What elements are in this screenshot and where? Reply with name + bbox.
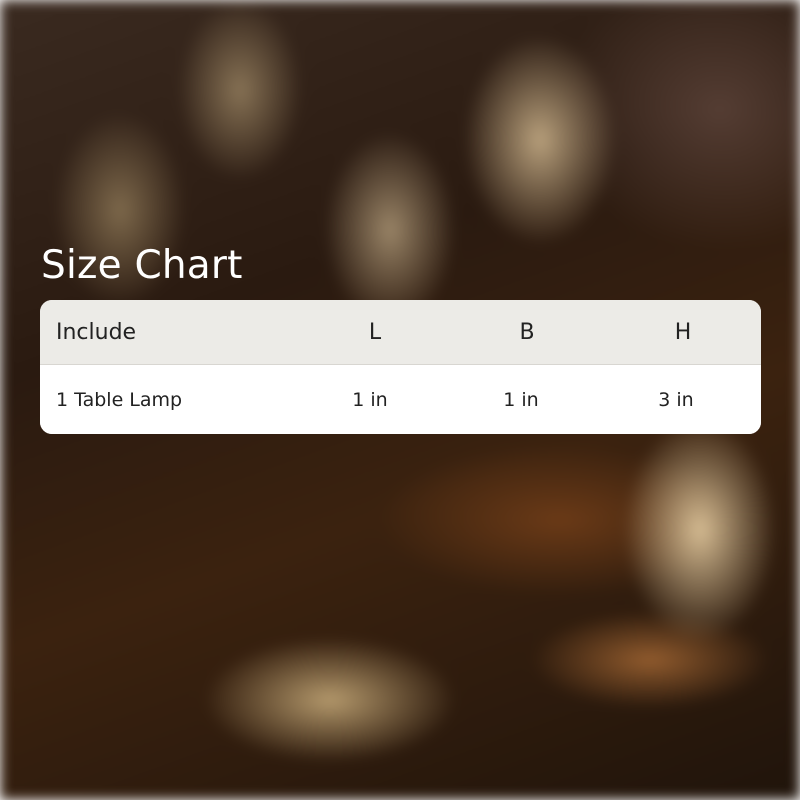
table-row: 1 Table Lamp 1 in 1 in 3 in <box>40 365 761 434</box>
header-include: Include <box>56 319 137 345</box>
header-length: L <box>368 319 382 345</box>
cell-include: 1 Table Lamp <box>56 388 183 411</box>
cell-length: 1 in <box>352 388 388 411</box>
size-chart-title: Size Chart <box>41 243 243 288</box>
table-header-row: Include L B H <box>40 300 761 365</box>
header-breadth: B <box>519 319 535 345</box>
size-chart-table: Include L B H 1 Table Lamp 1 in 1 in 3 i… <box>40 300 761 434</box>
header-height: H <box>674 319 692 345</box>
cell-breadth: 1 in <box>503 388 539 411</box>
cell-height: 3 in <box>658 388 694 411</box>
